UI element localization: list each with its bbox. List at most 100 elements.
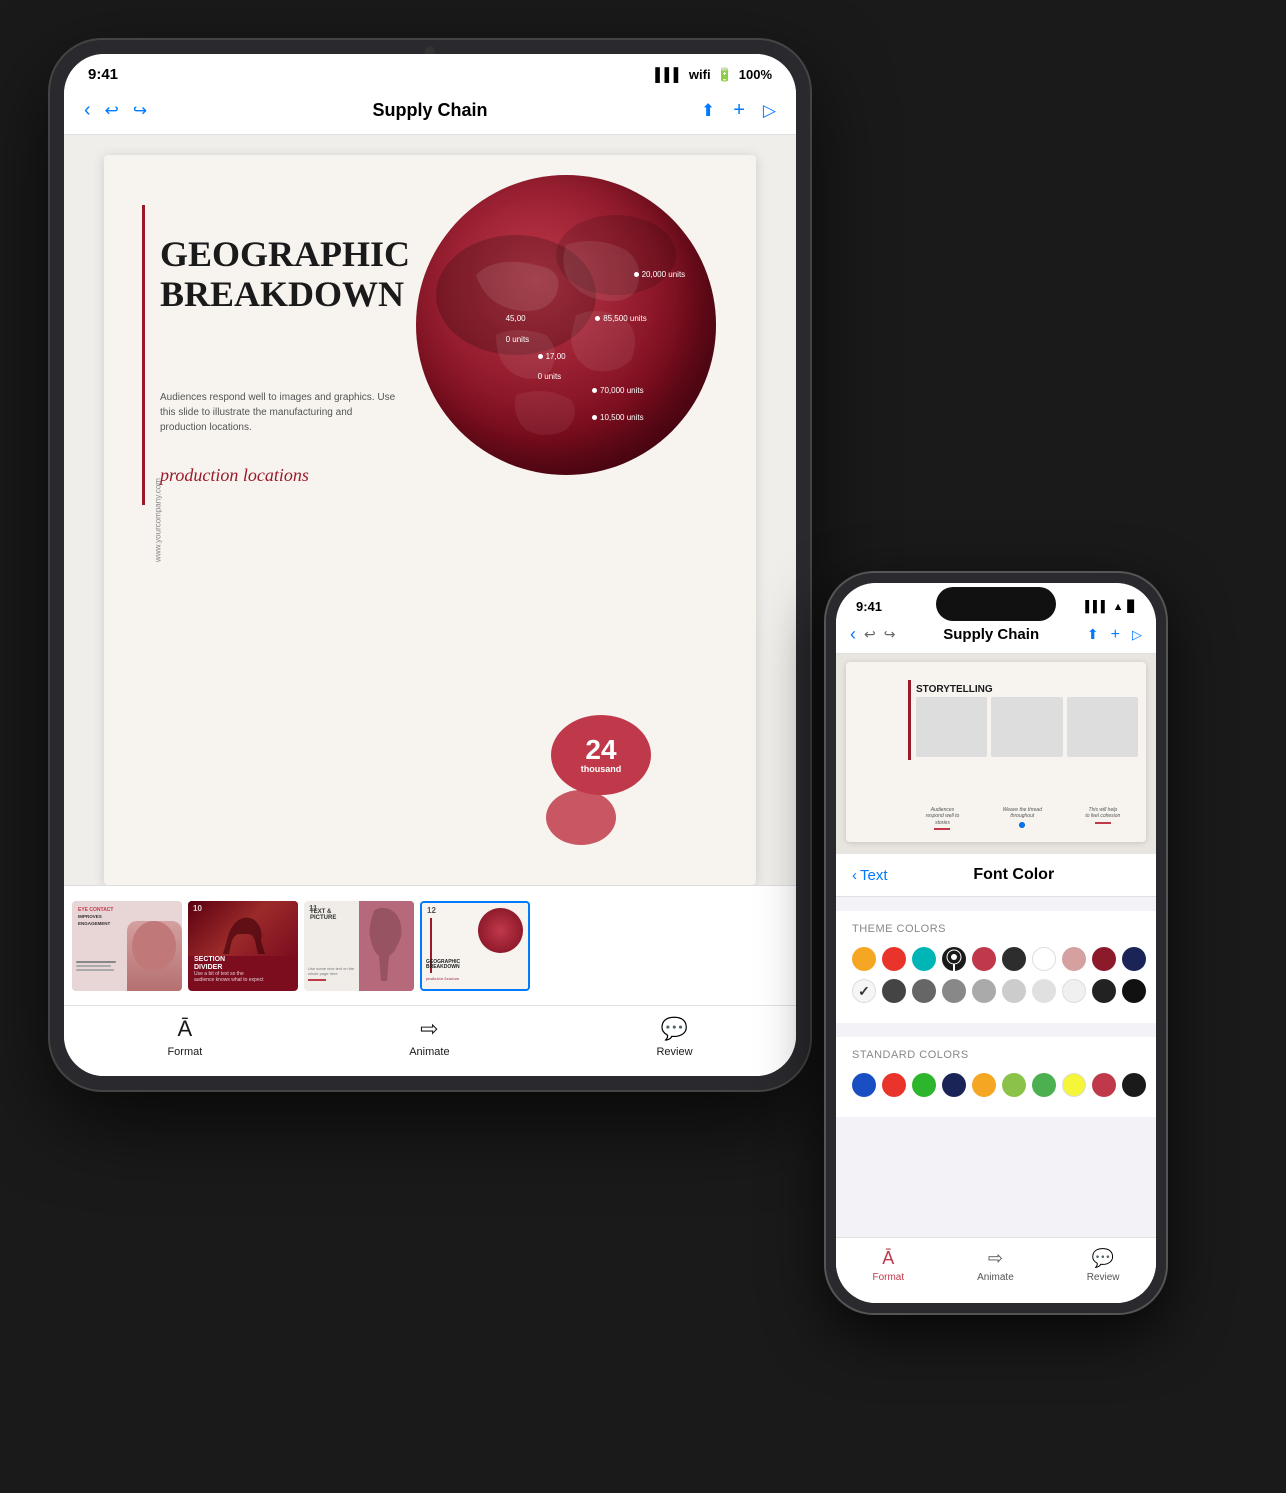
thumb12-title: GEOGRAPHICBREAKDOWN [426, 960, 460, 971]
phone-toolbar-animate[interactable]: ⇨ Animate [977, 1248, 1014, 1283]
std-color-green2[interactable] [1032, 1073, 1056, 1097]
standard-colors-section: STANDARD COLORS [836, 1037, 1156, 1117]
red-subtitle: thousand [581, 764, 622, 774]
phone-toolbar: Ā Format ⇨ Animate 💬 Review [836, 1237, 1156, 1303]
caption-underline-2 [1095, 822, 1111, 824]
data-point-5: 17,00 [538, 352, 566, 361]
tablet-nav-left: ‹ ↩ ↪ [84, 99, 147, 122]
phone-text-cols [916, 697, 1138, 757]
phone-back-button[interactable]: ‹ [850, 624, 856, 645]
slide-description: Audiences respond well to images and gra… [160, 390, 400, 435]
color-white[interactable] [1032, 947, 1056, 971]
review-icon: 💬 [661, 1016, 688, 1042]
phone-add-button[interactable]: + [1111, 626, 1120, 644]
color-navy[interactable] [1122, 947, 1146, 971]
std-color-red[interactable] [882, 1073, 906, 1097]
undo-button[interactable]: ↩ [105, 101, 119, 121]
format-icon: Ā [178, 1016, 193, 1042]
std-color-crimson[interactable] [1092, 1073, 1116, 1097]
globe-container: 20,000 units 85,500 units 45,00 0 units [416, 175, 736, 515]
theme-gray-grid [852, 979, 1140, 1003]
color-dark-3[interactable] [942, 979, 966, 1003]
play-button[interactable]: ▷ [763, 101, 776, 121]
panel-back-button[interactable]: ‹ Text [852, 867, 888, 884]
data-dot [592, 415, 597, 420]
color-check-dark[interactable] [852, 979, 876, 1003]
thumbnail-9[interactable]: EYE CONTACT IMPROVES ENGAGEMENT [72, 901, 182, 991]
color-deep-red[interactable] [1092, 947, 1116, 971]
thumb9-text-lines [76, 961, 116, 971]
tablet-status-bar: 9:41 ▌▌▌ wifi 🔋 100% [64, 54, 796, 91]
data-point-1: 20,000 units [634, 270, 686, 279]
std-color-yellow-green[interactable] [1002, 1073, 1026, 1097]
phone-slide-thumb: STORYTELLING Audiencesrespond well tosto… [846, 662, 1146, 842]
color-dark-6[interactable] [1032, 979, 1056, 1003]
toolbar-animate[interactable]: ⇨ Animate [409, 1016, 449, 1058]
color-dark-5[interactable] [1002, 979, 1026, 1003]
data-point-6: 0 units [538, 372, 562, 381]
phone-toolbar-format[interactable]: Ā Format [872, 1248, 904, 1283]
color-dark-red[interactable] [972, 947, 996, 971]
phone-undo-button[interactable]: ↩ [864, 626, 876, 643]
color-light-pink[interactable] [1062, 947, 1086, 971]
color-black-selected[interactable] [942, 947, 966, 971]
tablet-screen: 9:41 ▌▌▌ wifi 🔋 100% ‹ ↩ ↪ Supply Chain … [64, 54, 796, 1076]
globe-map-svg [416, 175, 716, 475]
signal-icon: ▌▌▌ [1085, 601, 1108, 613]
thumbnail-10[interactable]: 10 SECTIONDIVIDER Use a bit of text so t… [188, 901, 298, 991]
panel-header: ‹ Text Font Color [836, 854, 1156, 897]
toolbar-format[interactable]: Ā Format [167, 1016, 202, 1058]
phone-review-icon: 💬 [1092, 1248, 1114, 1269]
data-dot [595, 316, 600, 321]
add-button[interactable]: + [733, 99, 745, 122]
std-color-orange[interactable] [972, 1073, 996, 1097]
color-dark-4[interactable] [972, 979, 996, 1003]
color-dark-1[interactable] [882, 979, 906, 1003]
tablet-toolbar: Ā Format ⇨ Animate 💬 Review [64, 1005, 796, 1076]
phone-nav-icons: ⬆ + ▷ [1087, 626, 1142, 644]
color-orange[interactable] [852, 947, 876, 971]
std-color-dark-blue[interactable] [942, 1073, 966, 1097]
phone-toolbar-review[interactable]: 💬 Review [1087, 1248, 1120, 1283]
color-red[interactable] [882, 947, 906, 971]
data-dot [634, 272, 639, 277]
share-button[interactable]: ⬆ [701, 101, 715, 121]
std-color-black[interactable] [1122, 1073, 1146, 1097]
std-color-bright-yellow[interactable] [1062, 1073, 1086, 1097]
caption-dot [1019, 822, 1025, 828]
color-dark-8[interactable] [1092, 979, 1116, 1003]
thumbnail-strip: EYE CONTACT IMPROVES ENGAGEMENT [64, 885, 796, 1005]
data-point-7: 70,000 units [592, 386, 644, 395]
toolbar-review[interactable]: 💬 Review [656, 1016, 692, 1058]
back-button[interactable]: ‹ [84, 99, 91, 122]
globe-circle [416, 175, 716, 475]
thumb10-sub: Use a bit of text so theaudience knows w… [194, 971, 264, 983]
thumb12-globe [478, 908, 523, 953]
color-dark-9[interactable] [1122, 979, 1146, 1003]
std-color-green[interactable] [912, 1073, 936, 1097]
thumbnail-11[interactable]: 11 TEXT &PICTURE Use some nice text on t… [304, 901, 414, 991]
color-teal[interactable] [912, 947, 936, 971]
phone-redo-button[interactable]: ↪ [884, 626, 896, 643]
tablet-device: 9:41 ▌▌▌ wifi 🔋 100% ‹ ↩ ↪ Supply Chain … [50, 40, 810, 1090]
std-color-blue[interactable] [852, 1073, 876, 1097]
phone-share-button[interactable]: ⬆ [1087, 626, 1099, 644]
color-near-black[interactable] [1002, 947, 1026, 971]
color-dark-2[interactable] [912, 979, 936, 1003]
tablet-canvas: GEOGRAPHIC BREAKDOWN Audiences respond w… [64, 135, 796, 885]
phone-slide-area: STORYTELLING Audiencesrespond well tosto… [836, 654, 1156, 854]
tablet-nav-bar: ‹ ↩ ↪ Supply Chain ⬆ + ▷ [64, 91, 796, 135]
thumb12-inner: 12 GEOGRAPHICBREAKDOWN production locati… [422, 903, 528, 989]
redo-button[interactable]: ↪ [133, 101, 147, 121]
phone-text-col-3 [1067, 697, 1138, 757]
phone-time: 9:41 [856, 599, 882, 614]
phone-format-icon: Ā [882, 1248, 894, 1269]
data-label: 20,000 units [642, 270, 686, 279]
phone-play-button[interactable]: ▷ [1132, 626, 1142, 644]
phone-caption-3: This will helpto feel cohesion [1085, 807, 1120, 831]
phone-caption-2: Weave the threadthroughout [1003, 807, 1042, 831]
color-dark-7[interactable] [1062, 979, 1086, 1003]
data-dot [592, 388, 597, 393]
pin-overlay-svg [942, 947, 966, 971]
thumbnail-12[interactable]: 12 GEOGRAPHICBREAKDOWN production locati… [420, 901, 530, 991]
